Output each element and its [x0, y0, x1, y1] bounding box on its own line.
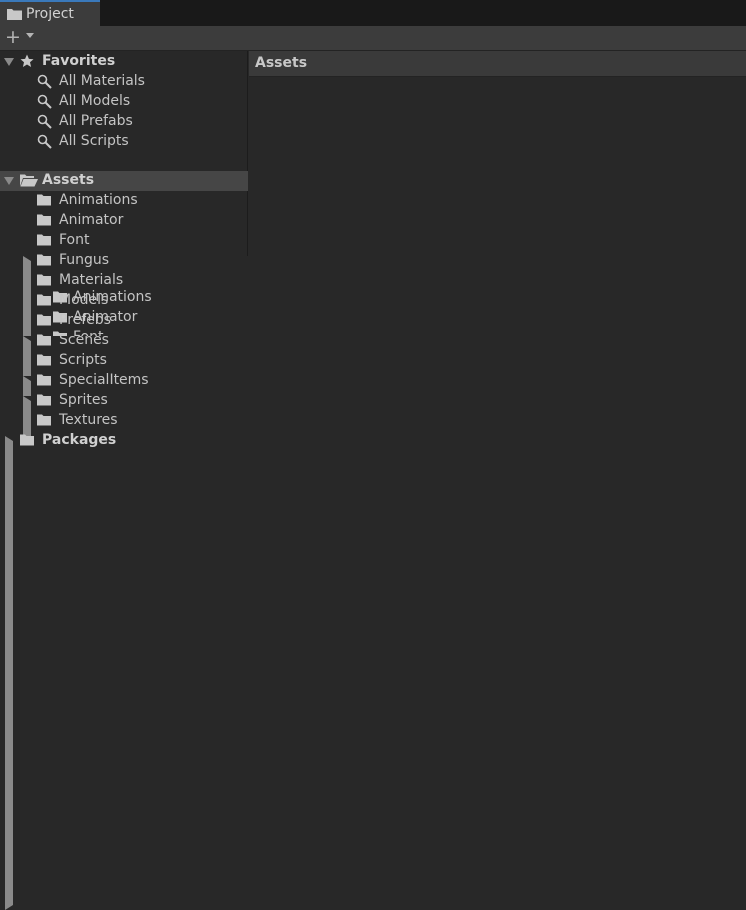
- search-icon: [37, 94, 52, 109]
- assets-label: Assets: [42, 172, 95, 188]
- favorite-item-label: All Materials: [59, 73, 145, 89]
- folder-icon: [37, 194, 51, 206]
- tab-strip: Project: [0, 0, 746, 26]
- tree-item[interactable]: Animations: [0, 191, 248, 211]
- tree-item[interactable]: Scenes: [0, 331, 528, 810]
- favorites-label: Favorites: [42, 53, 116, 69]
- folder-open-icon: [20, 174, 38, 187]
- tree-item-label: Textures: [59, 412, 118, 428]
- tree-item-label: Fungus: [59, 252, 110, 268]
- folder-icon: [37, 254, 51, 266]
- search-icon: [37, 74, 52, 89]
- breadcrumb: Assets: [249, 51, 746, 77]
- tree-item-label: Materials: [59, 272, 124, 288]
- tree-item-label: Animator: [59, 212, 124, 228]
- tree-item[interactable]: Animator: [0, 211, 248, 231]
- favorite-item[interactable]: All Materials: [0, 72, 248, 92]
- toolbar: +: [0, 26, 746, 51]
- favorite-item-label: All Scripts: [59, 133, 129, 149]
- folder-icon: [37, 234, 51, 246]
- expand-arrow-icon[interactable]: [4, 177, 14, 185]
- tree-item[interactable]: Sprites: [0, 391, 528, 870]
- favorite-item-label: All Models: [59, 93, 131, 109]
- expand-arrow-icon[interactable]: [4, 58, 14, 66]
- tree-item[interactable]: SpecialItems: [0, 371, 528, 850]
- search-icon: [37, 134, 52, 149]
- folder-icon: [37, 394, 51, 406]
- tab-project[interactable]: Project: [0, 0, 100, 26]
- tree-item[interactable]: Scripts: [0, 351, 248, 371]
- favorite-item[interactable]: All Models: [0, 92, 248, 112]
- tree-item-label: Sprites: [59, 392, 108, 408]
- folder-tree: Favorites All Materials All Models All Pre…: [0, 51, 528, 910]
- folder-icon: [7, 8, 22, 20]
- tree-item-label: Prefebs: [59, 312, 111, 328]
- breadcrumb-label[interactable]: Assets: [255, 55, 307, 71]
- tree-item[interactable]: Textures: [0, 411, 248, 431]
- folder-icon: [20, 434, 34, 446]
- tree-item-label: Animations: [59, 192, 138, 208]
- tab-label: Project: [26, 6, 74, 22]
- favorite-item-label: All Prefabs: [59, 113, 133, 129]
- folder-icon: [37, 294, 51, 306]
- tree-item-label: SpecialItems: [59, 372, 149, 388]
- packages-root[interactable]: Packages: [0, 431, 510, 910]
- tree-item[interactable]: Prefebs: [0, 311, 248, 331]
- tree-item[interactable]: Font: [0, 231, 248, 251]
- packages-label: Packages: [42, 432, 117, 448]
- star-icon: [20, 54, 34, 68]
- folder-icon: [37, 314, 51, 326]
- folder-icon: [37, 274, 51, 286]
- assets-root[interactable]: Assets: [0, 171, 248, 191]
- tree-item[interactable]: Models: [0, 291, 248, 311]
- folder-icon: [37, 334, 51, 346]
- tree-item-label: Scripts: [59, 352, 107, 368]
- folder-icon: [37, 374, 51, 386]
- tree-item-label: Models: [59, 292, 109, 308]
- folder-icon: [37, 414, 51, 426]
- favorite-item[interactable]: All Prefabs: [0, 112, 248, 132]
- chevron-down-icon[interactable]: [26, 33, 34, 38]
- favorite-item[interactable]: All Scripts: [0, 132, 248, 152]
- favorites-header[interactable]: Favorites: [0, 52, 248, 72]
- folder-icon: [37, 214, 51, 226]
- asset-browser: Assets: [249, 51, 746, 515]
- search-icon: [37, 114, 52, 129]
- add-button[interactable]: +: [5, 28, 21, 47]
- tree-item-label: Scenes: [59, 332, 109, 348]
- tree-item-label: Font: [59, 232, 90, 248]
- tree-item[interactable]: Materials: [0, 271, 248, 291]
- folder-icon: [37, 354, 51, 366]
- tree-item[interactable]: AnimationsAnimatorFontFungusMaterialsMod…: [0, 251, 528, 730]
